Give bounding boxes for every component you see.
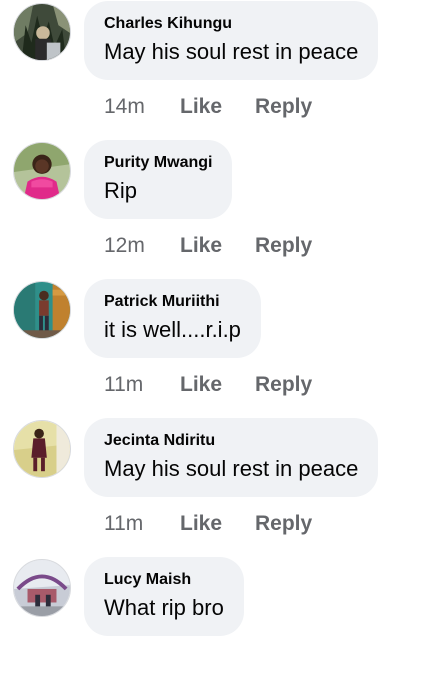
comment-author[interactable]: Lucy Maish <box>104 569 224 591</box>
comment-bubble: Purity Mwangi Rip <box>84 140 233 219</box>
like-button[interactable]: Like <box>180 512 255 536</box>
reply-button[interactable]: Reply <box>255 512 312 536</box>
comment-text: What rip bro <box>104 595 224 620</box>
comment-text: May his soul rest in peace <box>104 39 359 64</box>
comment-text: May his soul rest in peace <box>104 456 359 481</box>
comment-item: Lucy Maish What rip bro <box>0 556 441 695</box>
comment-author[interactable]: Jecinta Ndiritu <box>104 430 358 452</box>
comment-timestamp[interactable]: 11m <box>104 373 180 397</box>
comment-timestamp[interactable]: 11m <box>104 512 180 536</box>
comment-actions: 11m Like Reply <box>104 370 312 400</box>
comment-timestamp[interactable]: 14m <box>104 95 180 119</box>
comment-item: Purity Mwangi Rip 12m Like Reply <box>0 139 441 278</box>
reply-button[interactable]: Reply <box>255 95 312 119</box>
profile-photo-icon <box>14 421 70 477</box>
profile-photo-icon <box>14 560 70 616</box>
comment-text: it is well....r.i.p <box>104 317 241 342</box>
comment-bubble: Jecinta Ndiritu May his soul rest in pea… <box>84 418 379 497</box>
profile-photo-icon <box>14 143 70 199</box>
avatar[interactable] <box>13 142 71 200</box>
comment-author[interactable]: Patrick Muriithi <box>104 291 241 313</box>
comment-item: Patrick Muriithi it is well....r.i.p 11m… <box>0 278 441 417</box>
comment-actions: 14m Like Reply <box>104 92 312 122</box>
avatar[interactable] <box>13 3 71 61</box>
comment-author[interactable]: Charles Kihungu <box>104 13 358 35</box>
comment-item: Jecinta Ndiritu May his soul rest in pea… <box>0 417 441 556</box>
comment-bubble: Lucy Maish What rip bro <box>84 557 244 636</box>
avatar[interactable] <box>13 281 71 339</box>
comment-text: Rip <box>104 178 138 203</box>
reply-button[interactable]: Reply <box>255 373 312 397</box>
comment-timestamp[interactable]: 12m <box>104 234 180 258</box>
comment-actions: 12m Like Reply <box>104 231 312 261</box>
comment-actions: 11m Like Reply <box>104 509 312 539</box>
comment-bubble: Patrick Muriithi it is well....r.i.p <box>84 279 261 358</box>
profile-photo-icon <box>14 4 70 60</box>
like-button[interactable]: Like <box>180 234 255 258</box>
like-button[interactable]: Like <box>180 373 255 397</box>
comment-author[interactable]: Purity Mwangi <box>104 152 212 174</box>
comment-item: Charles Kihungu May his soul rest in pea… <box>0 0 441 139</box>
like-button[interactable]: Like <box>180 95 255 119</box>
avatar[interactable] <box>13 559 71 617</box>
reply-button[interactable]: Reply <box>255 234 312 258</box>
profile-photo-icon <box>14 282 70 338</box>
avatar[interactable] <box>13 420 71 478</box>
comment-bubble: Charles Kihungu May his soul rest in pea… <box>84 1 379 80</box>
